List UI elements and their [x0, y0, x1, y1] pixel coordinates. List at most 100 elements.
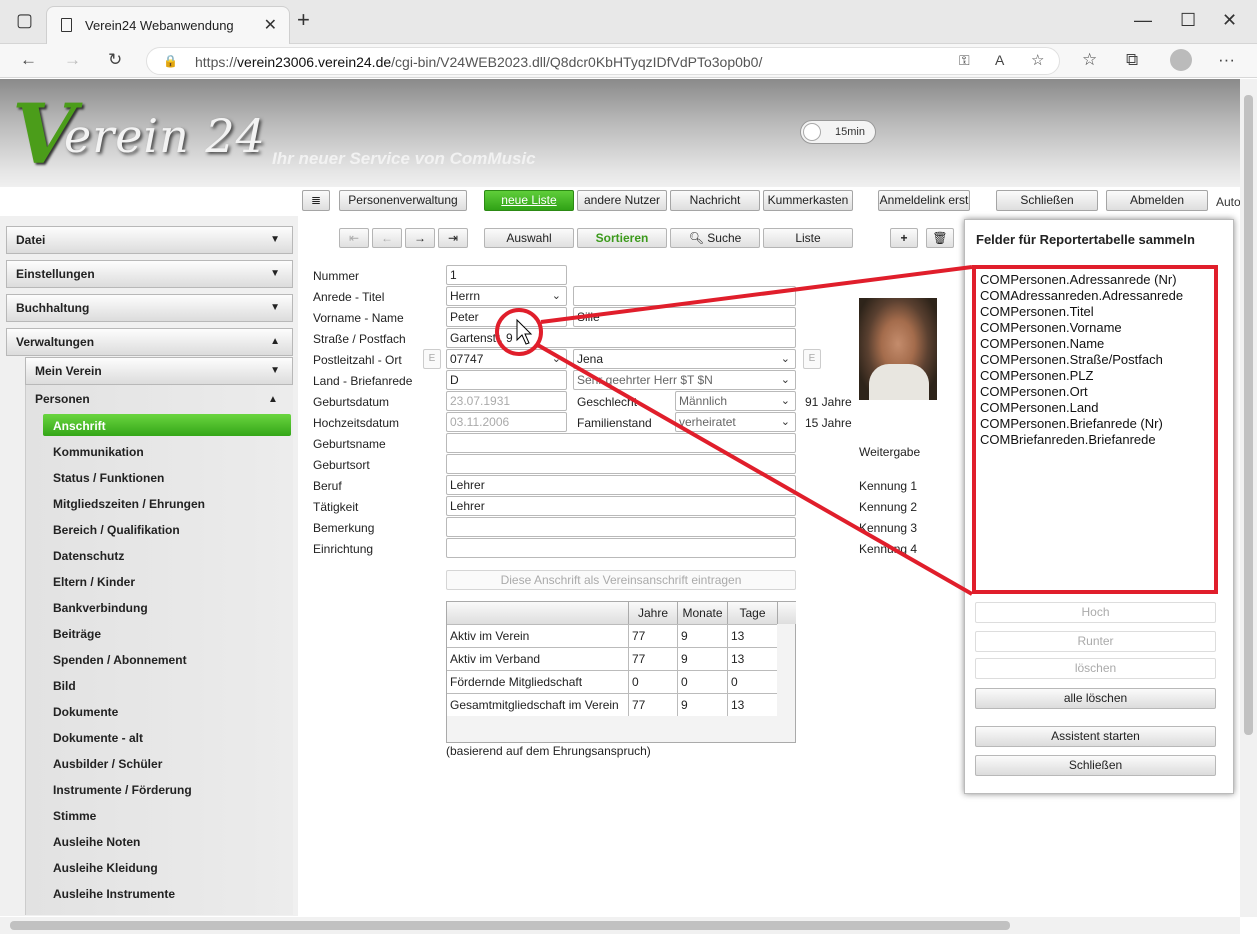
anmeldelink-button[interactable]: Anmeldelink erst: [878, 190, 970, 211]
dialog-close-button[interactable]: Schließen: [975, 755, 1216, 776]
assistent-starten-button[interactable]: Assistent starten: [975, 726, 1216, 747]
einrichtung-field[interactable]: [446, 538, 796, 558]
beruf-field[interactable]: Lehrer: [446, 475, 796, 495]
geschlecht-select[interactable]: Männlich ⌄: [675, 391, 796, 411]
browser-tab[interactable]: Verein24 Webanwendung ✕: [46, 6, 290, 44]
new-tab-icon[interactable]: +: [297, 7, 310, 33]
menu-toggle-button[interactable]: ≣: [302, 190, 330, 211]
scrollbar-thumb[interactable]: [1244, 95, 1253, 735]
field-list-item[interactable]: COMPersonen.Adressanrede (Nr): [980, 272, 1177, 287]
first-record-button[interactable]: ⇤: [339, 228, 369, 248]
sidebar-item-mein-verein[interactable]: Mein Verein ▼: [25, 357, 293, 385]
read-aloud-icon[interactable]: A: [995, 52, 1004, 68]
field-list-item[interactable]: COMPersonen.Name: [980, 336, 1104, 351]
trash-icon[interactable]: 🗑: [926, 228, 954, 248]
field-list-item[interactable]: COMPersonen.PLZ: [980, 368, 1093, 383]
sidebar-item-stimme[interactable]: Stimme: [53, 809, 96, 823]
profile-avatar-icon[interactable]: [1170, 49, 1192, 76]
forward-icon[interactable]: →: [64, 50, 81, 70]
reload-icon[interactable]: ↻: [108, 50, 122, 70]
neue-liste-button[interactable]: neue Liste: [484, 190, 574, 211]
sidebar-item-einstellungen[interactable]: Einstellungen ▼: [6, 260, 293, 288]
auswahl-button[interactable]: Auswahl: [484, 228, 574, 248]
close-window-icon[interactable]: ✕: [1222, 10, 1237, 31]
sidebar-item-ausbilder-schüler[interactable]: Ausbilder / Schüler: [53, 757, 162, 771]
sidebar-item-datenschutz[interactable]: Datenschutz: [53, 549, 124, 563]
sidebar-item-verwaltungen[interactable]: Verwaltungen ▲: [6, 328, 293, 356]
geburtsname-field[interactable]: [446, 433, 796, 453]
vertical-scrollbar[interactable]: [1240, 79, 1257, 917]
geburtsort-field[interactable]: [446, 454, 796, 474]
sidebar-item-personen[interactable]: Personen: [35, 392, 90, 406]
field-list-item[interactable]: COMPersonen.Ort: [980, 384, 1088, 399]
field-list-item[interactable]: COMPersonen.Straße/Postfach: [980, 352, 1163, 367]
last-record-button[interactable]: ⇥: [438, 228, 468, 248]
fields-list[interactable]: COMPersonen.Adressanrede (Nr) COMAdressan…: [975, 268, 1217, 593]
horizontal-scrollbar[interactable]: [0, 917, 1240, 934]
ort-select[interactable]: Jena ⌄: [573, 349, 796, 369]
sidebar-item-datei[interactable]: Datei ▼: [6, 226, 293, 254]
bemerkung-field[interactable]: [446, 517, 796, 537]
alle-loeschen-button[interactable]: alle löschen: [975, 688, 1216, 709]
familienstand-select[interactable]: verheiratet ⌄: [675, 412, 796, 432]
nachricht-button[interactable]: Nachricht: [670, 190, 760, 211]
geburtsdatum-field[interactable]: 23.07.1931: [446, 391, 567, 411]
sidebar-item-kommunikation[interactable]: Kommunikation: [53, 445, 144, 459]
sidebar-item-eltern-kinder[interactable]: Eltern / Kinder: [53, 575, 135, 589]
sidebar-item-ausleihe-noten[interactable]: Ausleihe Noten: [53, 835, 140, 849]
scrollbar-thumb[interactable]: [10, 921, 1010, 930]
abmelden-button[interactable]: Abmelden: [1106, 190, 1208, 211]
hochzeitsdatum-field[interactable]: 03.11.2006: [446, 412, 567, 432]
vereinsanschrift-button[interactable]: Diese Anschrift als Vereinsanschrift ein…: [446, 570, 796, 590]
field-list-item[interactable]: COMAdressanreden.Adressanrede: [980, 288, 1183, 303]
add-favorite-icon[interactable]: ☆: [1031, 51, 1044, 69]
field-list-item[interactable]: COMPersonen.Land: [980, 400, 1099, 415]
prev-record-button[interactable]: ←: [372, 228, 402, 248]
sidebar-item-dokumente-alt[interactable]: Dokumente - alt: [53, 731, 143, 745]
field-list-item[interactable]: COMPersonen.Briefanrede (Nr): [980, 416, 1163, 431]
liste-button[interactable]: Liste: [763, 228, 853, 248]
hoch-button[interactable]: Hoch: [975, 602, 1216, 623]
sortieren-button[interactable]: Sortieren: [577, 228, 667, 248]
sidebar-item-status-funktionen[interactable]: Status / Funktionen: [53, 471, 164, 485]
back-icon[interactable]: ←: [20, 50, 37, 70]
sidebar-item-buchhaltung[interactable]: Buchhaltung ▼: [6, 294, 293, 322]
ort-e-button[interactable]: E: [803, 349, 821, 369]
sidebar-item-bankverbindung[interactable]: Bankverbindung: [53, 601, 148, 615]
plz-e-button[interactable]: E: [423, 349, 441, 369]
more-menu-icon[interactable]: ···: [1218, 50, 1235, 70]
kummerkasten-button[interactable]: Kummerkasten: [763, 190, 853, 211]
sidebar-item-bild[interactable]: Bild: [53, 679, 76, 693]
loeschen-button[interactable]: löschen: [975, 658, 1216, 679]
anrede-select[interactable]: Herrn ⌄: [446, 286, 567, 306]
add-icon[interactable]: +: [890, 228, 918, 248]
tab-actions-icon[interactable]: ▢: [16, 10, 33, 31]
runter-button[interactable]: Runter: [975, 631, 1216, 652]
suche-button[interactable]: 🔍︎ Suche: [670, 228, 760, 248]
person-photo[interactable]: [859, 298, 937, 400]
field-list-item[interactable]: COMPersonen.Vorname: [980, 320, 1122, 335]
sidebar-item-spenden-abonnement[interactable]: Spenden / Abonnement: [53, 653, 187, 667]
personenverwaltung-button[interactable]: Personenverwaltung: [339, 190, 467, 211]
collections-icon[interactable]: ⧉: [1126, 50, 1138, 70]
minimize-icon[interactable]: —: [1134, 10, 1152, 31]
sidebar-item-beiträge[interactable]: Beiträge: [53, 627, 101, 641]
nummer-field[interactable]: 1: [446, 265, 567, 285]
key-icon[interactable]: ⚿: [959, 52, 970, 69]
url-field[interactable]: 🔒 https://verein23006.verein24.de/cgi-bi…: [146, 47, 1060, 75]
next-record-button[interactable]: →: [405, 228, 435, 248]
favorites-icon[interactable]: ☆: [1082, 50, 1097, 70]
close-tab-icon[interactable]: ✕: [264, 15, 277, 35]
sidebar-item-bereich-qualifikation[interactable]: Bereich / Qualifikation: [53, 523, 180, 537]
sidebar-item-anschrift[interactable]: Anschrift: [53, 419, 106, 433]
sidebar-item-instrumente-förderung[interactable]: Instrumente / Förderung: [53, 783, 192, 797]
schliessen-button[interactable]: Schließen: [996, 190, 1098, 211]
field-list-item[interactable]: COMPersonen.Titel: [980, 304, 1094, 319]
maximize-icon[interactable]: ☐: [1180, 10, 1196, 31]
sidebar-item-ausleihe-kleidung[interactable]: Ausleihe Kleidung: [53, 861, 158, 875]
nachname-field[interactable]: Silie: [573, 307, 796, 327]
sidebar-item-dokumente[interactable]: Dokumente: [53, 705, 118, 719]
taetigkeit-field[interactable]: Lehrer: [446, 496, 796, 516]
sidebar-item-ausleihe-instrumente[interactable]: Ausleihe Instrumente: [53, 887, 175, 901]
titel-field[interactable]: [573, 286, 796, 306]
